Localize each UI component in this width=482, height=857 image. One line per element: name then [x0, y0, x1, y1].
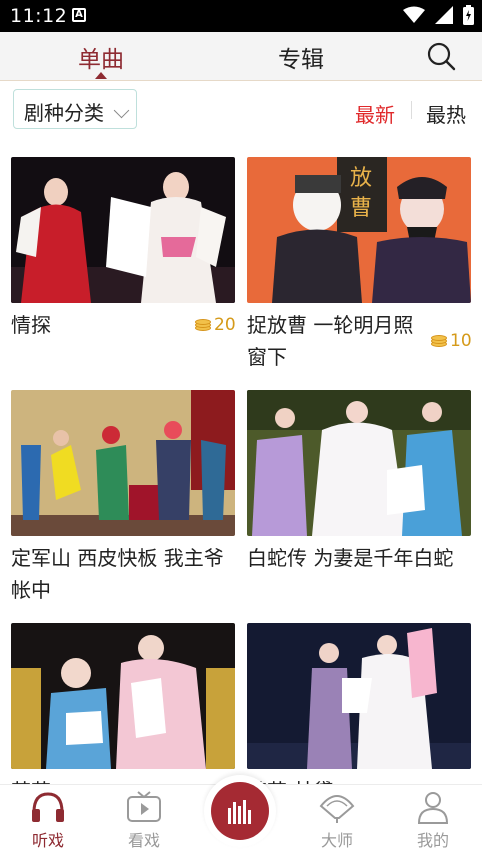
sort-divider: [411, 101, 412, 119]
list-item[interactable]: 定军山 西皮快板 我主爷帐中: [11, 390, 235, 610]
tab-single[interactable]: 单曲: [78, 40, 124, 74]
svg-text:曹: 曹: [350, 196, 372, 221]
nav-watch-label: 看戏: [127, 831, 160, 850]
signal-icon: [435, 6, 453, 24]
sort-hottest-button[interactable]: 最热: [426, 99, 466, 128]
now-playing-button[interactable]: [204, 775, 276, 847]
nav-master-label: 大师: [320, 831, 353, 850]
list-item[interactable]: 情探 20: [11, 157, 236, 377]
status-bar: 11:12 A: [0, 0, 482, 32]
system-icons: [403, 5, 474, 25]
opera-thumbnail: [247, 390, 471, 536]
item-price: 10: [431, 331, 472, 351]
active-tab-indicator: [95, 72, 107, 79]
nav-listen-label: 听戏: [31, 831, 64, 850]
item-title: 白蛇传 为妻是千年白蛇: [247, 546, 454, 570]
item-title: 定军山 西皮快板 我主爷帐中: [11, 546, 224, 602]
nav-master[interactable]: 大师: [302, 785, 372, 857]
list-item[interactable]: 白蛇传 为妻是千年白蛇: [247, 390, 471, 610]
nav-mine-label: 我的: [416, 831, 449, 850]
nav-mine[interactable]: 我的: [398, 785, 468, 857]
fan-icon: [319, 795, 355, 823]
notification-a-icon: A: [72, 8, 86, 22]
chevron-down-icon: [113, 102, 130, 119]
wifi-icon: [403, 6, 425, 23]
tab-album[interactable]: 专辑: [278, 40, 324, 74]
nav-listen[interactable]: 听戏: [13, 785, 83, 857]
search-icon[interactable]: [426, 41, 456, 71]
list-item[interactable]: 放 曹 捉放曹 一轮明月照窗下 10: [247, 157, 472, 377]
item-title: 捉放曹 一轮明月照窗下: [247, 313, 414, 369]
opera-thumbnail: 放 曹: [247, 157, 471, 303]
coin-icon: [195, 318, 212, 332]
item-title: 情探: [11, 313, 51, 337]
list-item[interactable]: 茶花 林黛: [247, 623, 471, 803]
coin-icon: [431, 334, 448, 348]
sort-latest-button[interactable]: 最新: [355, 99, 395, 128]
opera-thumbnail: [11, 157, 235, 303]
opera-thumbnail: [11, 390, 235, 536]
opera-thumbnail: [11, 623, 235, 769]
audio-bars-icon: [228, 800, 251, 824]
top-navigation: 单曲 专辑: [0, 32, 482, 81]
status-time: 11:12: [10, 5, 68, 27]
list-item[interactable]: 茶花: [11, 623, 235, 803]
filter-bar: 剧种分类 最新 最热: [0, 81, 482, 139]
genre-filter-dropdown[interactable]: 剧种分类: [13, 89, 137, 129]
user-icon: [417, 792, 449, 824]
item-price: 20: [195, 315, 236, 335]
battery-icon: [463, 5, 474, 25]
tv-play-icon: [127, 791, 161, 822]
nav-watch[interactable]: 看戏: [109, 785, 179, 857]
svg-text:放: 放: [350, 166, 372, 191]
genre-filter-label: 剧种分类: [24, 101, 104, 125]
headphones-icon: [32, 792, 64, 822]
opera-thumbnail: [247, 623, 471, 769]
